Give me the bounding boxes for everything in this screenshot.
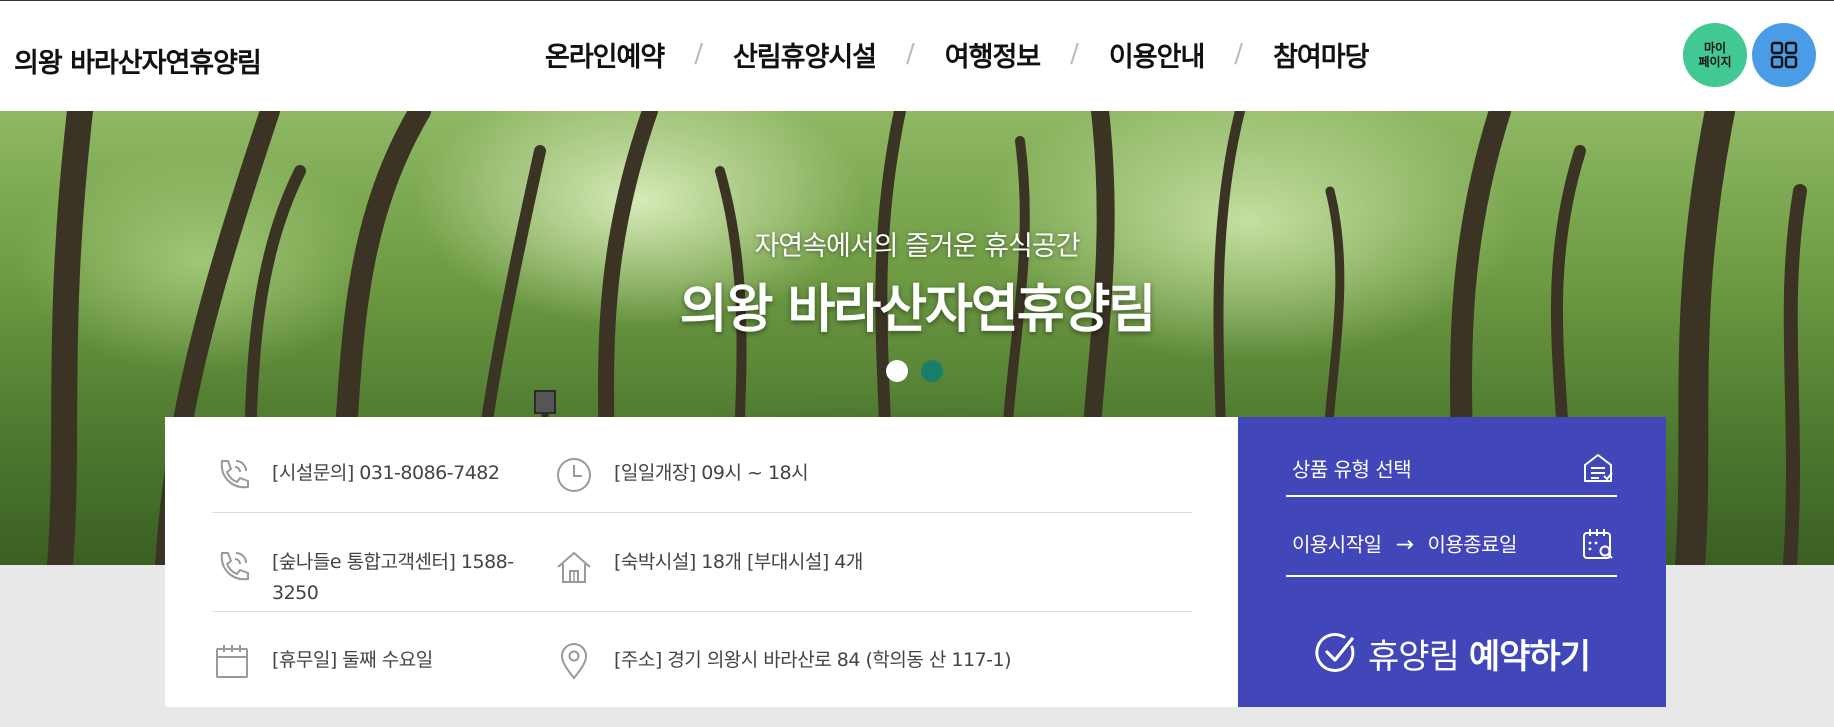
product-type-label: 상품 유형 선택 (1292, 457, 1412, 482)
all-menu-button[interactable] (1752, 23, 1816, 87)
reserve-button-light-text: 휴양림 (1368, 636, 1460, 677)
hero-subtitle: 자연속에서의 즐거운 휴식공간 (754, 231, 1080, 262)
location-pin-icon (560, 643, 588, 680)
facility-info-panel: [시설문의] 031-8086-7482 [일일개장] 09시 ~ 18시 [숲… (165, 417, 1238, 707)
callcenter-line-1: [숲나들e 통합고객센터] 1588- (272, 551, 514, 573)
info-row: [시설문의] 031-8086-7482 [일일개장] 09시 ~ 18시 (212, 417, 1192, 513)
address-text: [주소] 경기 의왕시 바라산로 84 (학의동 산 117-1) (614, 649, 1012, 671)
slide-dot-2[interactable] (921, 360, 943, 382)
mypage-label: 페이지 (1698, 55, 1732, 69)
info-row: [휴무일] 둘째 수요일 [주소] 경기 의왕시 바라산로 84 (학의동 산 … (212, 612, 1192, 707)
callcenter-line-2: 3250 (272, 582, 319, 604)
check-circle-icon (1315, 633, 1355, 672)
facilities-info: [숙박시설] 18개 [부대시설] 4개 (554, 547, 1174, 587)
mypage-label: 마이 (1703, 41, 1727, 55)
grid-menu-icon (1770, 41, 1798, 69)
product-type-select[interactable]: 상품 유형 선택 (1286, 417, 1617, 497)
nav-separator: / (906, 39, 915, 69)
phone-text: [시설문의] 031-8086-7482 (272, 462, 500, 484)
nav-forest-facilities[interactable]: 산림휴양시설 (733, 35, 877, 74)
phone-info: [시설문의] 031-8086-7482 (212, 455, 542, 495)
date-range-label: 이용시작일 → 이용종료일 (1292, 529, 1517, 558)
info-row: [숲나들e 통합고객센터] 1588- 3250 [숙박시설] 18개 [부대시… (212, 513, 1192, 612)
slide-dot-1[interactable] (886, 360, 908, 382)
nav-separator: / (1070, 39, 1079, 69)
mypage-button[interactable]: 마이 페이지 (1683, 23, 1747, 87)
hours-info: [일일개장] 09시 ~ 18시 (554, 455, 1174, 495)
reserve-button[interactable]: 휴양림 예약하기 (1238, 625, 1666, 681)
callcenter-info: [숲나들e 통합고객센터] 1588- 3250 (212, 547, 542, 609)
calendar-icon (216, 645, 248, 678)
house-icon (557, 552, 591, 583)
closed-day-info: [휴무일] 둘째 수요일 (212, 641, 542, 681)
site-logo[interactable]: 의왕 바라산자연휴양림 (14, 41, 262, 80)
nav-separator: / (1234, 39, 1244, 69)
closed-day-text: [휴무일] 둘째 수요일 (272, 649, 433, 671)
arrow-right-icon: → (1395, 532, 1414, 558)
calendar-search-icon (1583, 529, 1613, 559)
phone-icon (220, 460, 249, 489)
hero-title: 의왕 바라산자연휴양림 (679, 280, 1157, 340)
reserve-button-bold-text: 예약하기 (1468, 636, 1591, 677)
main-nav: 온라인예약 / 산림휴양시설 / 여행정보 / 이용안내 / 참여마당 (545, 34, 1369, 74)
nav-travel-info[interactable]: 여행정보 (945, 35, 1041, 74)
list-icon (1584, 454, 1613, 482)
nav-usage-guide[interactable]: 이용안내 (1109, 35, 1205, 74)
date-range-select[interactable]: 이용시작일 → 이용종료일 (1286, 497, 1617, 577)
reservation-panel: 상품 유형 선택 이용시작일 → 이용종료일 휴양림 예약하기 (1238, 417, 1666, 707)
hours-text: [일일개장] 09시 ~ 18시 (614, 462, 809, 484)
nav-online-reservation[interactable]: 온라인예약 (545, 35, 665, 74)
site-header: 의왕 바라산자연휴양림 온라인예약 / 산림휴양시설 / 여행정보 / 이용안내… (0, 0, 1834, 111)
clock-icon (557, 458, 591, 492)
start-date-label: 이용시작일 (1292, 532, 1382, 557)
nav-community[interactable]: 참여마당 (1273, 35, 1369, 74)
address-info: [주소] 경기 의왕시 바라산로 84 (학의동 산 117-1) (554, 641, 1174, 681)
phone-icon (220, 552, 249, 581)
facilities-text: [숙박시설] 18개 [부대시설] 4개 (614, 551, 863, 573)
callcenter-text: [숲나들e 통합고객센터] 1588- 3250 (272, 547, 514, 609)
end-date-label: 이용종료일 (1427, 532, 1517, 557)
nav-separator: / (694, 39, 703, 69)
